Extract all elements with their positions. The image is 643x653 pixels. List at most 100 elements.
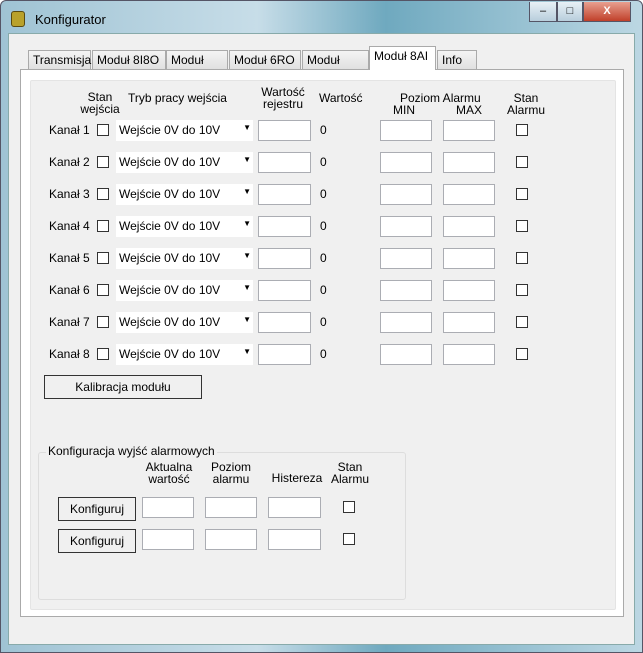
alarm-state-checkbox[interactable] bbox=[516, 156, 528, 168]
mode-value: Wejście 0V do 10V bbox=[119, 187, 221, 201]
header-level: Poziom alarmu bbox=[210, 460, 251, 486]
alarm-state-checkbox[interactable] bbox=[516, 284, 528, 296]
alarm-max-input[interactable] bbox=[443, 184, 495, 205]
maximize-button[interactable]: □ bbox=[557, 2, 583, 22]
tab-3[interactable]: Moduł 6RO bbox=[229, 50, 301, 69]
alarm-level-input[interactable] bbox=[205, 529, 257, 550]
channel-label: Kanał 7 bbox=[49, 315, 90, 329]
channel-value: 0 bbox=[320, 219, 327, 233]
alarm-state-checkbox[interactable] bbox=[516, 188, 528, 200]
header-current: Aktualna wartość bbox=[145, 460, 193, 486]
alarm-state-checkbox[interactable] bbox=[516, 220, 528, 232]
alarm-min-input[interactable] bbox=[380, 248, 432, 269]
tab-2[interactable]: Moduł 16I bbox=[166, 50, 228, 81]
input-state-checkbox[interactable] bbox=[97, 284, 109, 296]
input-state-checkbox[interactable] bbox=[97, 316, 109, 328]
alarm-max-input[interactable] bbox=[443, 248, 495, 269]
register-input[interactable] bbox=[258, 280, 311, 301]
register-input[interactable] bbox=[258, 216, 311, 237]
channel-value: 0 bbox=[320, 123, 327, 137]
mode-select[interactable]: Wejście 0V do 10V ▼ bbox=[116, 120, 253, 141]
chevron-down-icon: ▼ bbox=[243, 187, 251, 196]
header-hysteresis: Histereza bbox=[271, 471, 323, 485]
register-input[interactable] bbox=[258, 152, 311, 173]
configure-button[interactable]: Konfiguruj bbox=[58, 497, 136, 521]
hysteresis-input[interactable] bbox=[268, 529, 321, 550]
mode-value: Wejście 0V do 10V bbox=[119, 347, 221, 361]
alarm-min-input[interactable] bbox=[380, 216, 432, 237]
current-value-input[interactable] bbox=[142, 497, 194, 518]
mode-value: Wejście 0V do 10V bbox=[119, 219, 221, 233]
mode-select[interactable]: Wejście 0V do 10V ▼ bbox=[116, 280, 253, 301]
mode-select[interactable]: Wejście 0V do 10V ▼ bbox=[116, 184, 253, 205]
input-state-checkbox[interactable] bbox=[97, 156, 109, 168]
minimize-button[interactable]: – bbox=[529, 2, 557, 22]
mode-select[interactable]: Wejście 0V do 10V ▼ bbox=[116, 152, 253, 173]
channel-label: Kanał 3 bbox=[49, 187, 90, 201]
alarm-min-input[interactable] bbox=[380, 184, 432, 205]
tab-4[interactable]: Moduł 6TE bbox=[302, 50, 369, 81]
chevron-down-icon: ▼ bbox=[243, 283, 251, 292]
channel-value: 0 bbox=[320, 283, 327, 297]
header-min: MIN bbox=[393, 103, 415, 117]
register-input[interactable] bbox=[258, 248, 311, 269]
alarm-max-input[interactable] bbox=[443, 280, 495, 301]
mode-select[interactable]: Wejście 0V do 10V ▼ bbox=[116, 216, 253, 237]
input-state-checkbox[interactable] bbox=[97, 124, 109, 136]
alarm-outputs-title: Konfiguracja wyjść alarmowych bbox=[46, 444, 217, 458]
channel-value: 0 bbox=[320, 155, 327, 169]
register-input[interactable] bbox=[258, 344, 311, 365]
channel-value: 0 bbox=[320, 251, 327, 265]
mode-select[interactable]: Wejście 0V do 10V ▼ bbox=[116, 312, 253, 333]
header-state: Stan Alarmu bbox=[330, 460, 369, 486]
close-button[interactable]: X bbox=[583, 2, 631, 22]
header-wartosc: Wartość bbox=[319, 91, 363, 105]
alarm-min-input[interactable] bbox=[380, 344, 432, 365]
app-icon bbox=[11, 11, 25, 27]
current-value-input[interactable] bbox=[142, 529, 194, 550]
alarm-state-checkbox[interactable] bbox=[516, 348, 528, 360]
alarm-output-state-checkbox[interactable] bbox=[343, 533, 355, 545]
channel-label: Kanał 6 bbox=[49, 283, 90, 297]
chevron-down-icon: ▼ bbox=[243, 123, 251, 132]
alarm-min-input[interactable] bbox=[380, 120, 432, 141]
input-state-checkbox[interactable] bbox=[97, 220, 109, 232]
alarm-level-input[interactable] bbox=[205, 497, 257, 518]
mode-select[interactable]: Wejście 0V do 10V ▼ bbox=[116, 344, 253, 365]
alarm-state-checkbox[interactable] bbox=[516, 124, 528, 136]
alarm-max-input[interactable] bbox=[443, 216, 495, 237]
alarm-min-input[interactable] bbox=[380, 280, 432, 301]
tab-1[interactable]: Moduł 8I8O bbox=[92, 50, 166, 69]
alarm-state-checkbox[interactable] bbox=[516, 316, 528, 328]
chevron-down-icon: ▼ bbox=[243, 155, 251, 164]
input-state-checkbox[interactable] bbox=[97, 348, 109, 360]
tab-0[interactable]: Transmisja bbox=[28, 50, 91, 69]
register-input[interactable] bbox=[258, 184, 311, 205]
input-state-checkbox[interactable] bbox=[97, 252, 109, 264]
chevron-down-icon: ▼ bbox=[243, 219, 251, 228]
calibrate-button[interactable]: Kalibracja modułu bbox=[44, 375, 202, 399]
alarm-max-input[interactable] bbox=[443, 152, 495, 173]
alarm-state-checkbox[interactable] bbox=[516, 252, 528, 264]
chevron-down-icon: ▼ bbox=[243, 315, 251, 324]
channel-label: Kanał 1 bbox=[49, 123, 90, 137]
mode-value: Wejście 0V do 10V bbox=[119, 123, 221, 137]
register-input[interactable] bbox=[258, 312, 311, 333]
mode-value: Wejście 0V do 10V bbox=[119, 315, 221, 329]
channel-value: 0 bbox=[320, 187, 327, 201]
alarm-min-input[interactable] bbox=[380, 152, 432, 173]
tab-6[interactable]: Info bbox=[437, 50, 477, 69]
channel-label: Kanał 5 bbox=[49, 251, 90, 265]
register-input[interactable] bbox=[258, 120, 311, 141]
input-state-checkbox[interactable] bbox=[97, 188, 109, 200]
alarm-max-input[interactable] bbox=[443, 312, 495, 333]
hysteresis-input[interactable] bbox=[268, 497, 321, 518]
alarm-max-input[interactable] bbox=[443, 344, 495, 365]
configure-button[interactable]: Konfiguruj bbox=[58, 529, 136, 553]
alarm-output-state-checkbox[interactable] bbox=[343, 501, 355, 513]
tab-5[interactable]: Moduł 8AI bbox=[369, 46, 436, 70]
mode-select[interactable]: Wejście 0V do 10V ▼ bbox=[116, 248, 253, 269]
chevron-down-icon: ▼ bbox=[243, 347, 251, 356]
alarm-min-input[interactable] bbox=[380, 312, 432, 333]
alarm-max-input[interactable] bbox=[443, 120, 495, 141]
